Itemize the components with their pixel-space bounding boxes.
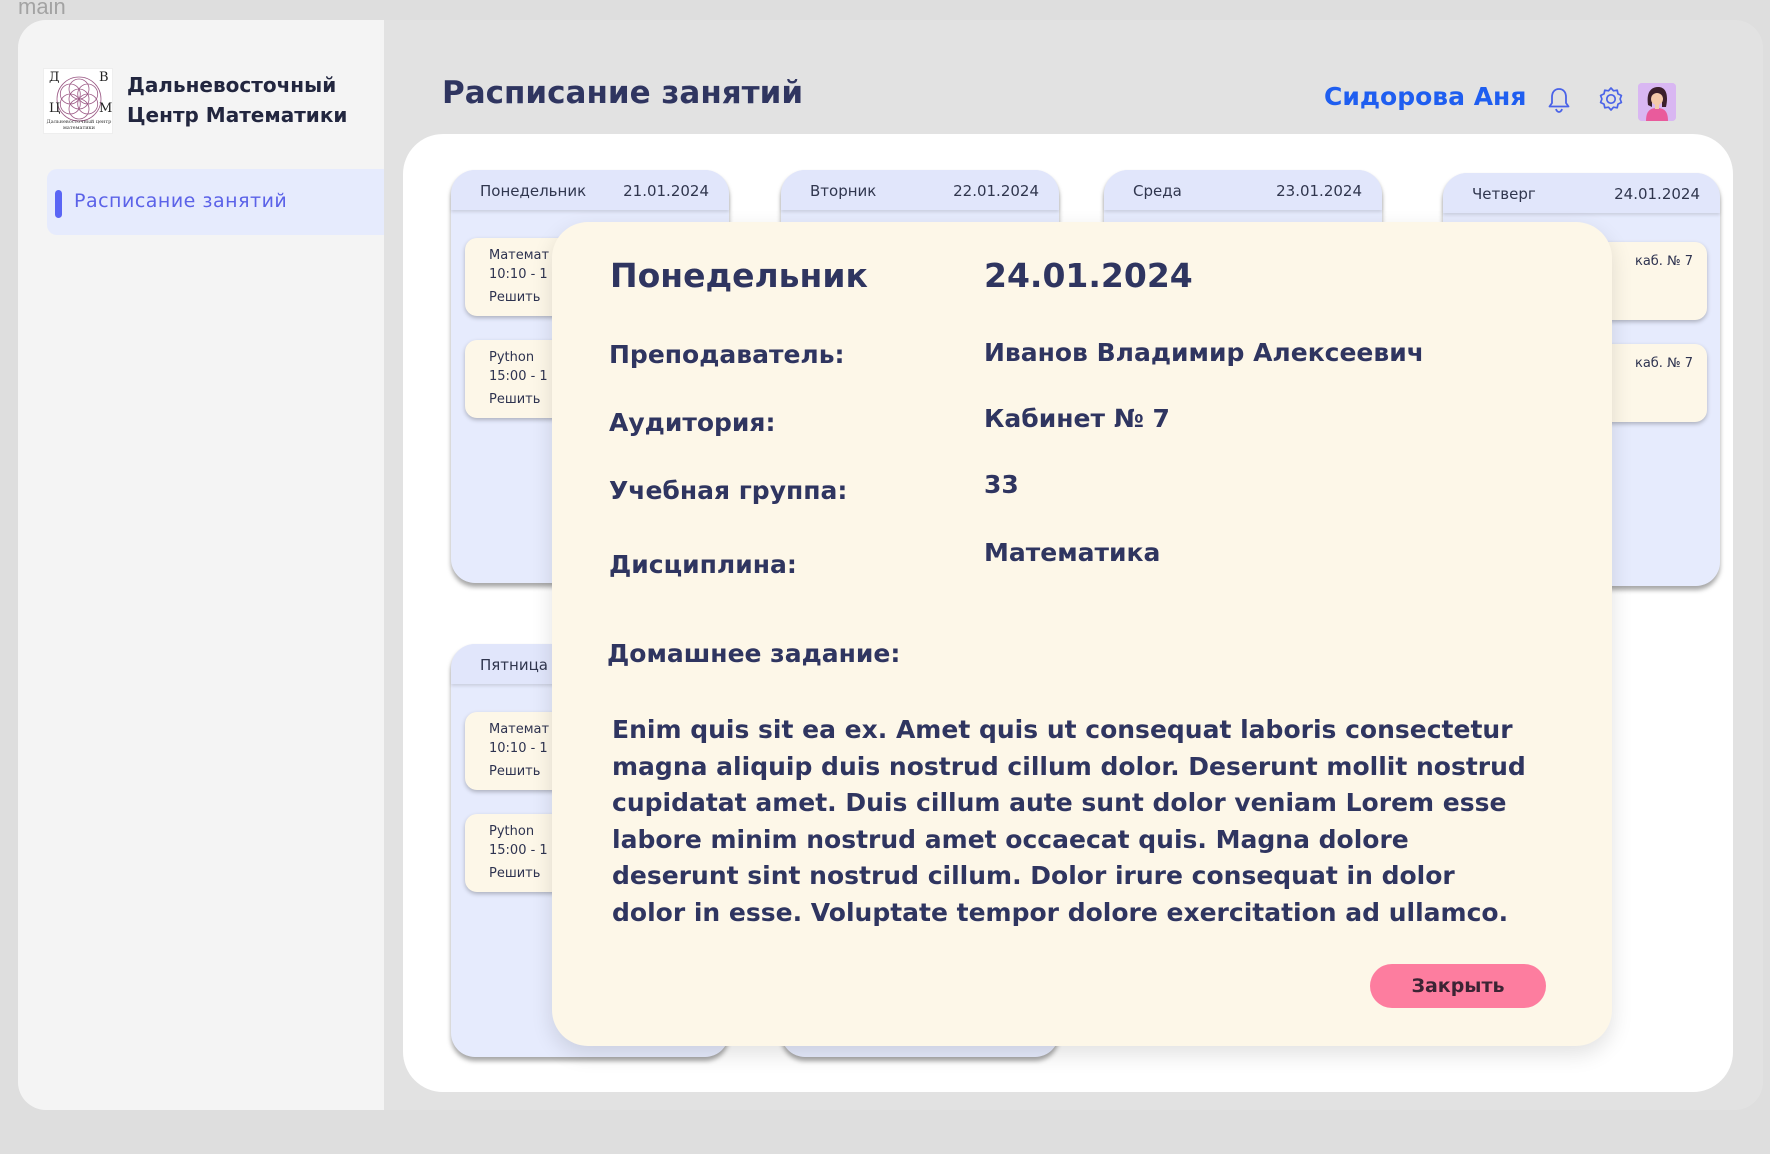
- day-name: Понедельник: [480, 182, 587, 200]
- sidebar: Д В Ц М Дальневосточный центр математики…: [18, 20, 384, 1110]
- day-name: Среда: [1133, 182, 1182, 200]
- lesson-homework: Решить: [489, 290, 541, 305]
- avatar[interactable]: [1638, 83, 1676, 121]
- page-title: Расписание занятий: [442, 75, 804, 111]
- day-header: Вторник 22.01.2024: [781, 170, 1059, 210]
- logo-letter: Д: [49, 70, 60, 85]
- user-name[interactable]: Сидорова Аня: [1324, 82, 1526, 111]
- logo: Д В Ц М Дальневосточный центр математики: [43, 68, 113, 134]
- active-indicator: [55, 190, 62, 218]
- modal-date: 24.01.2024: [984, 256, 1193, 295]
- subject-label: Дисциплина:: [609, 550, 797, 579]
- logo-letter: Ц: [49, 101, 61, 116]
- day-name: Пятница: [480, 656, 548, 674]
- lesson-homework: Решить: [489, 866, 541, 881]
- brand-name-line2: Центр Математики: [127, 103, 348, 127]
- room-label: Аудитория:: [609, 408, 776, 437]
- homework-text: Enim quis sit ea ex. Amet quis ut conseq…: [612, 715, 1526, 927]
- lesson-time: 15:00 - 1: [489, 369, 548, 384]
- sidebar-item-schedule[interactable]: Расписание занятий: [47, 169, 384, 235]
- day-header: Четверг 24.01.2024: [1443, 173, 1720, 213]
- teacher-value: Иванов Владимир Алексеевич: [984, 338, 1424, 367]
- lesson-room: каб. № 7: [1634, 254, 1693, 269]
- lesson-subject: Математ: [489, 248, 550, 263]
- close-button[interactable]: Закрыть: [1370, 964, 1546, 1008]
- day-date: 22.01.2024: [953, 182, 1039, 200]
- lesson-homework: Решить: [489, 392, 541, 407]
- day-date: 24.01.2024: [1614, 185, 1700, 203]
- gear-icon[interactable]: [1595, 84, 1627, 116]
- lesson-room: каб. № 7: [1634, 356, 1693, 371]
- lesson-details-modal: Понедельник 24.01.2024 Преподаватель: Ив…: [552, 222, 1612, 1046]
- lesson-time: 10:10 - 1: [489, 741, 548, 756]
- logo-letter: В: [99, 70, 109, 85]
- day-name: Четверг: [1472, 185, 1536, 203]
- logo-letter: М: [99, 101, 113, 116]
- modal-day: Понедельник: [610, 256, 868, 295]
- lesson-time: 15:00 - 1: [489, 843, 548, 858]
- bell-icon[interactable]: [1543, 84, 1575, 116]
- brand-name-line1: Дальневосточный: [127, 73, 337, 97]
- subject-value: Математика: [984, 538, 1161, 567]
- lesson-subject: Математ: [489, 722, 550, 737]
- teacher-label: Преподаватель:: [609, 340, 845, 369]
- logo-caption: Дальневосточный центр математики: [46, 119, 112, 131]
- day-name: Вторник: [810, 182, 877, 200]
- lesson-subject: Python: [489, 824, 535, 839]
- room-value: Кабинет № 7: [984, 404, 1170, 433]
- lesson-subject: Python: [489, 350, 535, 365]
- lesson-homework: Решить: [489, 764, 541, 779]
- lesson-time: 10:10 - 1: [489, 267, 548, 282]
- day-header: Среда 23.01.2024: [1104, 170, 1382, 210]
- frame-label: main: [18, 0, 66, 19]
- group-value: 33: [984, 470, 1019, 499]
- homework-label: Домашнее задание:: [607, 639, 901, 668]
- app-window: Д В Ц М Дальневосточный центр математики…: [18, 20, 1763, 1110]
- day-date: 23.01.2024: [1276, 182, 1362, 200]
- group-label: Учебная группа:: [609, 476, 848, 505]
- sidebar-item-label: Расписание занятий: [74, 190, 288, 212]
- day-date: 21.01.2024: [623, 182, 709, 200]
- brand-name: Дальневосточный Центр Математики: [127, 70, 347, 130]
- day-header: Понедельник 21.01.2024: [451, 170, 729, 210]
